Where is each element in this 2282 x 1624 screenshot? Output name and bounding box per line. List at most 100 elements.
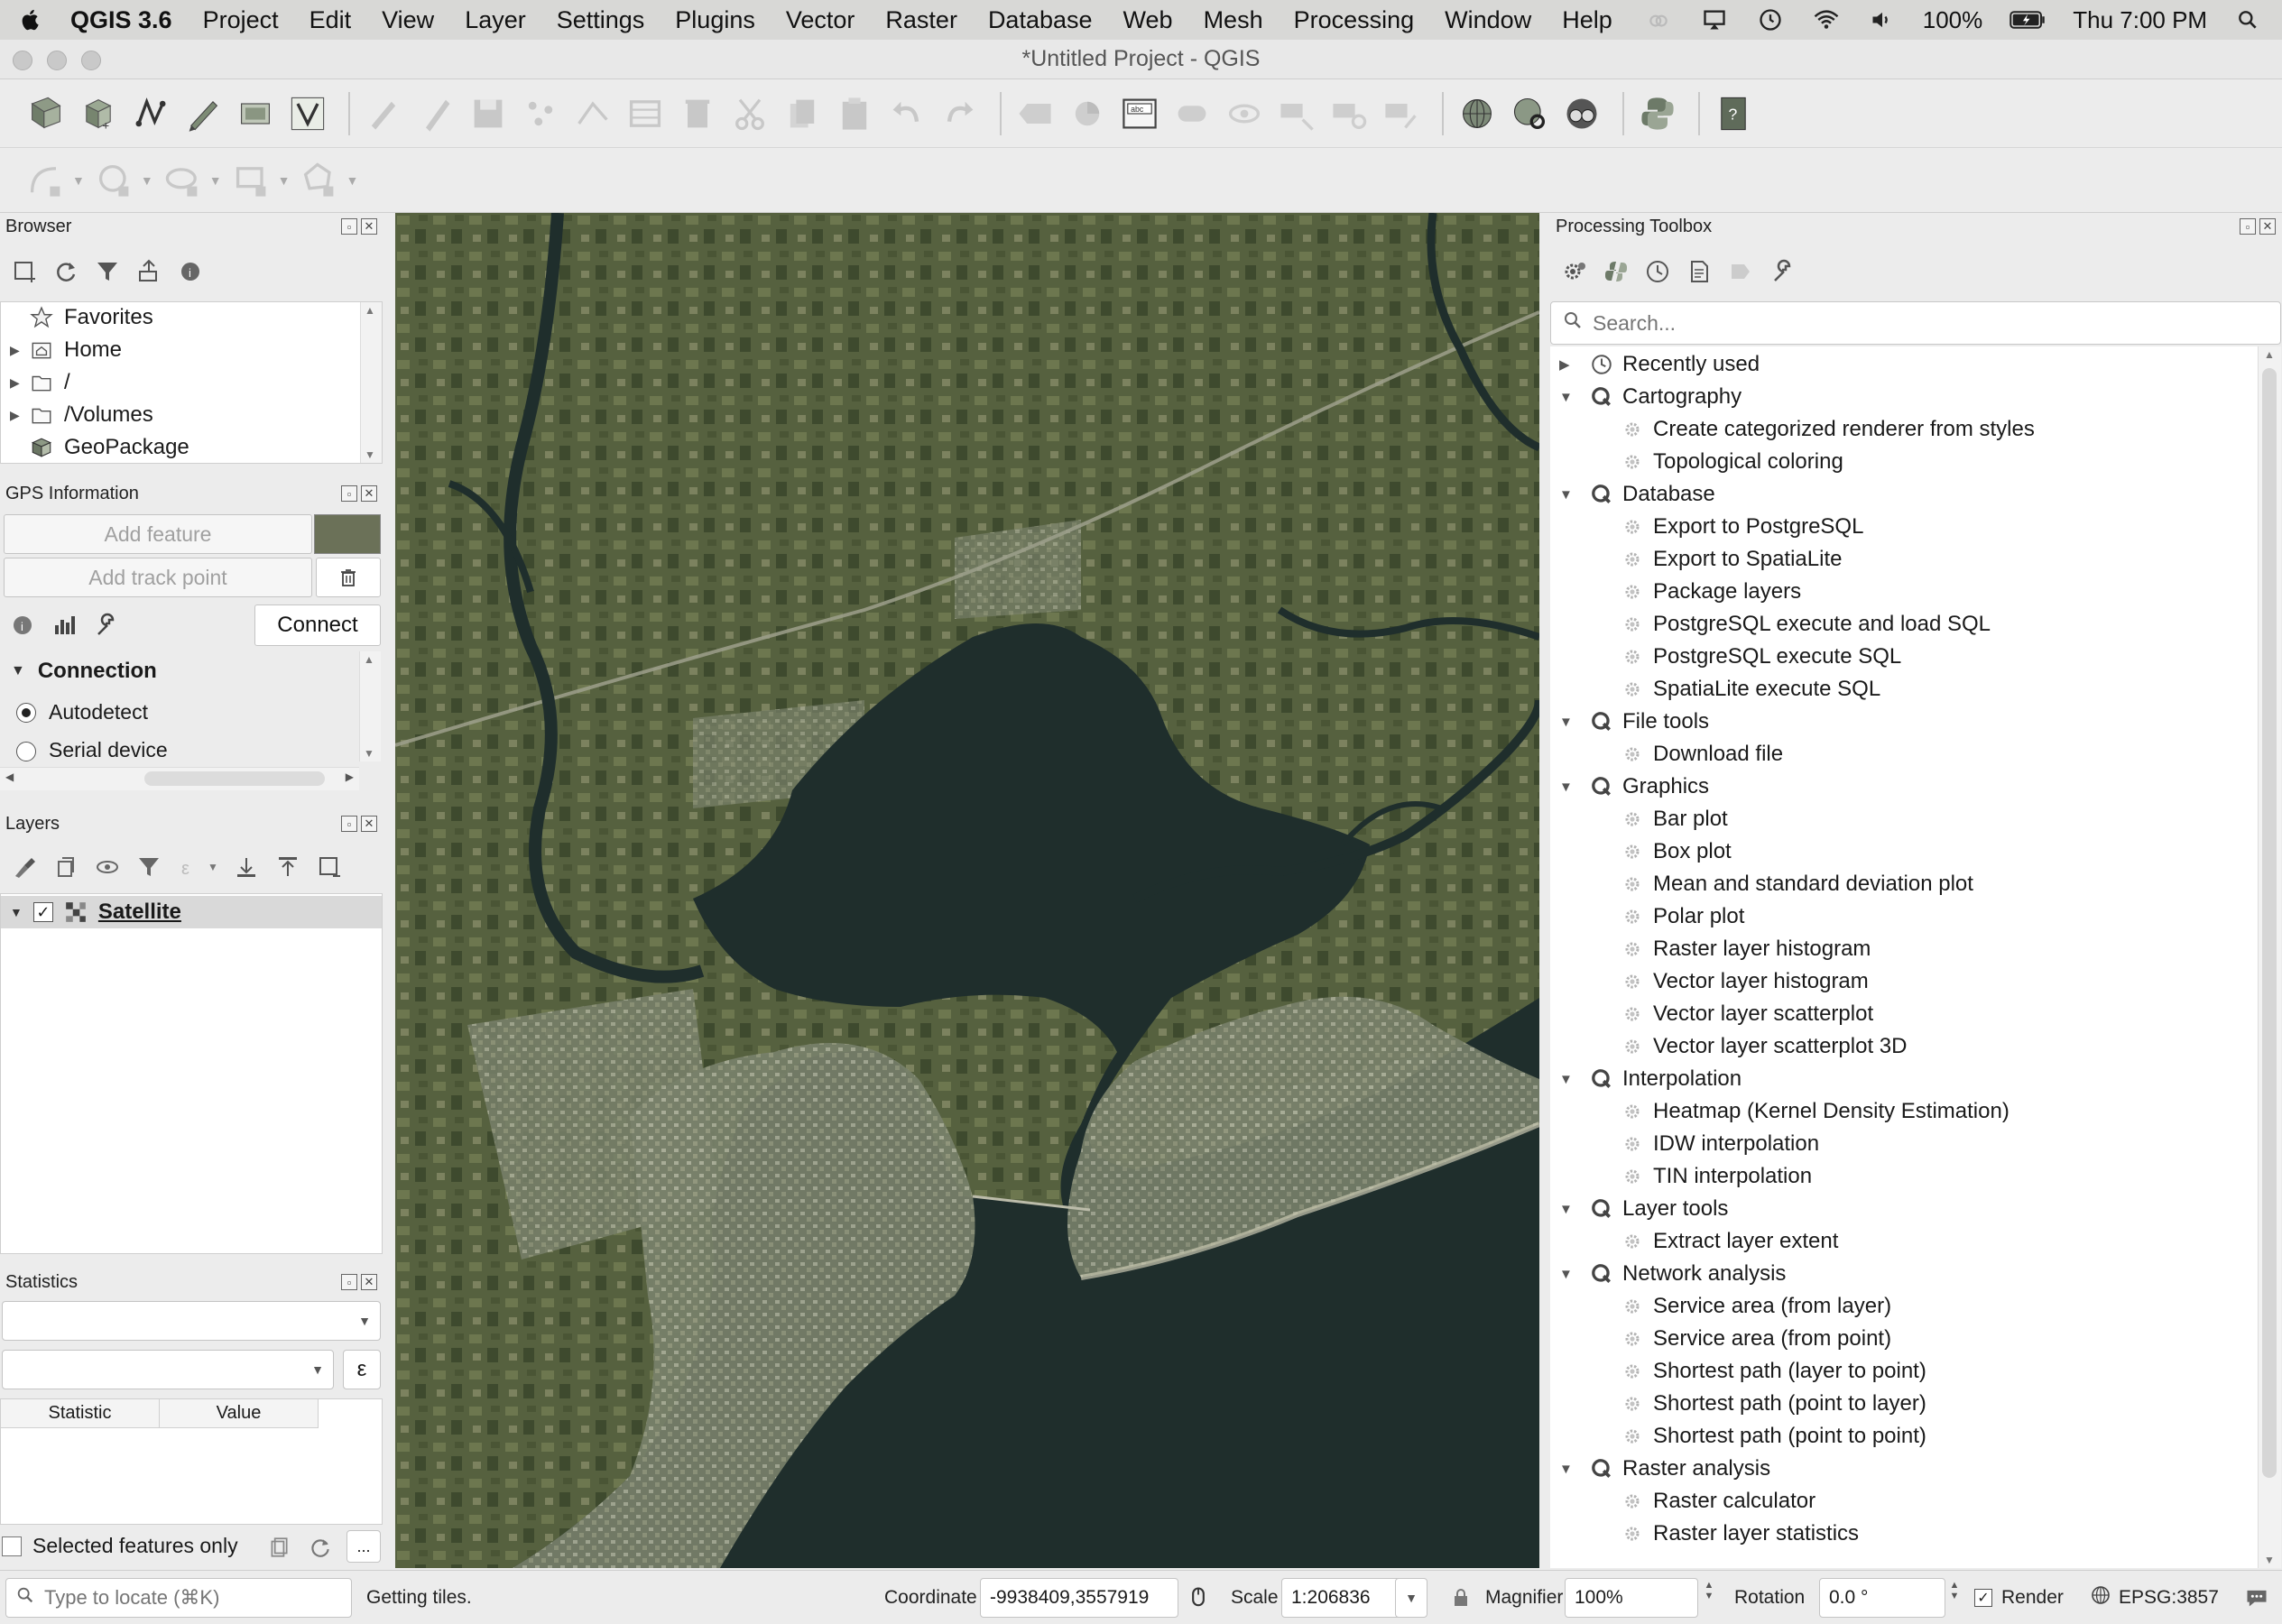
toolbox-algorithm-item[interactable]: Export to SpatiaLite (1619, 543, 1842, 576)
add-track-point-button[interactable]: Add track point (4, 558, 312, 597)
toolbox-search-field[interactable] (1550, 301, 2281, 345)
scroll-left-icon[interactable]: ◀ (5, 770, 14, 783)
collapse-arrow-icon[interactable]: ▼ (1559, 487, 1579, 503)
toolbox-algorithm-item[interactable]: Export to PostgreSQL (1619, 511, 1863, 543)
toolbox-algorithm-item[interactable]: Box plot (1619, 835, 1732, 868)
edit-features-in-place-icon[interactable] (1727, 258, 1754, 285)
close-panel-icon[interactable]: ✕ (361, 485, 377, 502)
undo-icon[interactable] (884, 91, 929, 136)
toolbox-group[interactable]: ▼ Raster analysis (1559, 1453, 1770, 1485)
add-feature-button[interactable]: Add feature (4, 514, 312, 554)
toolbox-algorithm-item[interactable]: Service area (from point) (1619, 1323, 1891, 1355)
layer-visibility-checkbox[interactable]: ✓ (32, 902, 53, 922)
radio-checked-icon[interactable] (16, 702, 36, 723)
menu-settings[interactable]: Settings (557, 6, 645, 34)
coordinate-field[interactable]: -9938409,3557919 (980, 1578, 1178, 1618)
scrollbar-thumb[interactable] (2262, 368, 2277, 1478)
dropdown-caret-icon[interactable]: ▼ (209, 173, 222, 188)
collapse-arrow-icon[interactable]: ▼ (1559, 1267, 1579, 1282)
python-console-icon[interactable] (1635, 91, 1680, 136)
collapse-arrow-icon[interactable]: ▼ (1559, 715, 1579, 730)
scrollbar-thumb[interactable] (144, 771, 325, 786)
toggle-extents-mouse-icon[interactable] (1182, 1580, 1215, 1616)
move-label-icon[interactable] (1274, 91, 1319, 136)
rotate-label-icon[interactable] (1326, 91, 1372, 136)
menu-window[interactable]: Window (1445, 6, 1531, 34)
add-group-icon[interactable] (52, 854, 79, 881)
time-machine-icon[interactable] (1755, 6, 1786, 33)
minimize-window-button[interactable] (47, 51, 67, 70)
connection-header[interactable]: ▼ Connection (11, 659, 157, 684)
filter-expression-icon[interactable]: ε (177, 854, 204, 881)
collapse-arrow-icon[interactable]: ▼ (10, 905, 23, 919)
scale-dropdown-caret-icon[interactable]: ▼ (1395, 1578, 1427, 1618)
serial-device-radio[interactable]: Serial device (16, 738, 168, 763)
menu-plugins[interactable]: Plugins (675, 6, 755, 34)
toolbox-algorithm-item[interactable]: Service area (from layer) (1619, 1290, 1891, 1323)
toolbox-group[interactable]: ▼ File tools (1559, 706, 1709, 738)
locator-input[interactable] (44, 1586, 333, 1610)
toolbox-algorithm-item[interactable]: Heatmap (Kernel Density Estimation) (1619, 1095, 2009, 1128)
statistics-field-combobox[interactable]: ▼ (2, 1350, 334, 1389)
collapse-arrow-icon[interactable]: ▼ (1559, 1072, 1579, 1087)
undock-icon[interactable]: ▫ (2240, 218, 2256, 235)
models-gear-icon[interactable] (1561, 258, 1588, 285)
menu-app-name[interactable]: QGIS 3.6 (70, 6, 172, 34)
toolbox-group[interactable]: ▼ Layer tools (1559, 1193, 1728, 1225)
new-spatialite-layer-icon[interactable] (128, 91, 173, 136)
toolbox-algorithm-item[interactable]: SpatiaLite execute SQL (1619, 673, 1880, 706)
browser-item-favorites[interactable]: Favorites (10, 302, 153, 333)
add-wcs-layer-icon[interactable] (1507, 91, 1552, 136)
toolbox-algorithm-item[interactable]: Bar plot (1619, 803, 1728, 835)
selected-features-only-checkbox[interactable]: Selected features only (2, 1534, 238, 1558)
magnifier-stepper-icon[interactable]: ▲ ▼ (1700, 1580, 1718, 1616)
highlight-pinned-labels-icon[interactable]: abc (1117, 91, 1162, 136)
properties-info-icon[interactable]: i (177, 258, 204, 285)
statistics-layer-combobox[interactable]: ▼ (2, 1301, 381, 1341)
add-wms-layer-icon[interactable] (1455, 91, 1500, 136)
paste-features-icon[interactable] (832, 91, 877, 136)
browser-item-root[interactable]: ▶ / (10, 367, 70, 398)
remove-layer-icon[interactable] (316, 854, 343, 881)
cut-features-icon[interactable] (727, 91, 772, 136)
toolbox-algorithm-item[interactable]: Polar plot (1619, 900, 1744, 933)
new-temporary-scratch-layer-icon[interactable] (233, 91, 278, 136)
collapse-arrow-icon[interactable]: ▼ (11, 663, 25, 679)
menu-vector[interactable]: Vector (786, 6, 855, 34)
toolbox-algorithm-item[interactable]: Mean and standard deviation plot (1619, 868, 1973, 900)
toolbox-algorithm-item[interactable]: IDW interpolation (1619, 1128, 1819, 1160)
gps-track-color-swatch[interactable] (314, 514, 381, 554)
options-wrench-icon[interactable] (1769, 258, 1796, 285)
toolbox-algorithm-item[interactable]: PostgreSQL execute and load SQL (1619, 608, 1991, 641)
dropdown-caret-icon[interactable]: ▼ (278, 173, 291, 188)
delete-track-icon[interactable] (316, 558, 381, 597)
toolbox-group[interactable]: ▶ Recently used (1559, 348, 1760, 381)
scripts-python-icon[interactable] (1603, 258, 1630, 285)
toolbox-algorithm-item[interactable]: Raster layer statistics (1619, 1518, 1859, 1550)
expand-arrow-icon[interactable]: ▶ (1559, 356, 1579, 373)
toolbox-algorithm-item[interactable]: Vector layer histogram (1619, 965, 1869, 998)
connect-button[interactable]: Connect (254, 604, 381, 646)
menu-edit[interactable]: Edit (310, 6, 352, 34)
redo-icon[interactable] (937, 91, 982, 136)
expand-arrow-icon[interactable]: ▶ (10, 343, 28, 358)
add-selected-layers-icon[interactable] (11, 258, 38, 285)
browser-item-volumes[interactable]: ▶ /Volumes (10, 400, 153, 430)
toolbox-algorithm-item[interactable]: Shortest path (layer to point) (1619, 1355, 1926, 1388)
menubar-clock[interactable]: Thu 7:00 PM (2073, 6, 2207, 34)
scroll-down-icon[interactable]: ▼ (2264, 1554, 2275, 1566)
collapse-all-icon[interactable] (274, 854, 301, 881)
current-edits-icon[interactable] (361, 91, 406, 136)
menu-view[interactable]: View (382, 6, 434, 34)
map-canvas[interactable] (395, 213, 1539, 1568)
menu-processing[interactable]: Processing (1294, 6, 1415, 34)
manage-visibility-eye-icon[interactable] (94, 854, 121, 881)
collapse-all-icon[interactable] (135, 258, 162, 285)
checkbox-unchecked-icon[interactable] (2, 1536, 22, 1556)
more-options-button[interactable]: ... (346, 1530, 381, 1563)
close-panel-icon[interactable]: ✕ (2259, 218, 2276, 235)
menu-mesh[interactable]: Mesh (1204, 6, 1263, 34)
toolbox-algorithm-item[interactable]: Shortest path (point to layer) (1619, 1388, 1926, 1420)
zoom-window-button[interactable] (81, 51, 101, 70)
add-circle-icon[interactable] (92, 158, 137, 203)
